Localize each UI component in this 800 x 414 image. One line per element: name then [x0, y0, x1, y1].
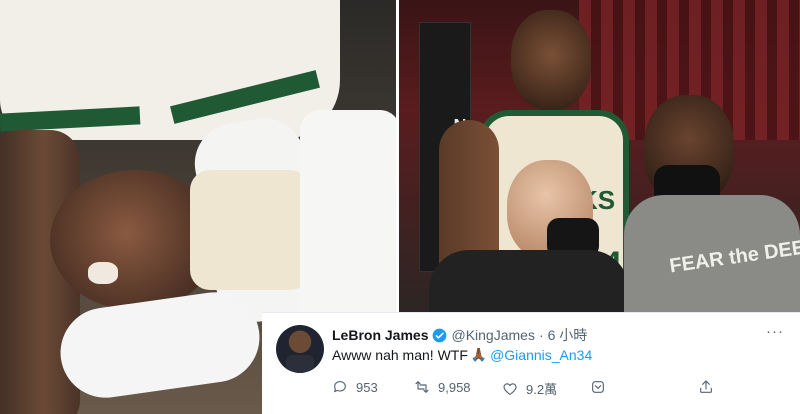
reply-count: 953	[356, 379, 378, 395]
like-count: 9.2萬	[526, 382, 558, 397]
staff-jacket	[429, 250, 629, 312]
separator-dot: ·	[538, 327, 544, 343]
author-name[interactable]: LeBron James	[332, 327, 428, 343]
praying-hands-emoji: 🙏🏾	[470, 347, 488, 362]
right-photo: NBA KS 34 FEAR the DEER	[399, 0, 800, 312]
bookmark-button[interactable]	[590, 379, 614, 395]
tweet-body: Awww nah man! WTF	[332, 347, 468, 363]
more-options-icon[interactable]: ···	[766, 323, 784, 340]
hand-wrap	[54, 286, 266, 404]
player-head	[511, 10, 591, 110]
retweet-icon	[415, 381, 429, 393]
tweet-card[interactable]: LeBron James @KingJames · 6 小時 ··· Awww …	[262, 312, 800, 414]
mention-link[interactable]: @Giannis_An34	[490, 347, 592, 363]
player-leg-right	[300, 110, 396, 340]
tweet-text: Awww nah man! WTF 🙏🏾 @Giannis_An34	[332, 347, 592, 363]
player-mouth	[88, 262, 118, 284]
tweet-time[interactable]: 6 小時	[548, 325, 588, 345]
retweet-button[interactable]: 9,958	[414, 379, 471, 395]
author-handle[interactable]: @KingJames	[451, 327, 534, 343]
reply-button[interactable]: 953	[332, 379, 378, 395]
share-icon	[700, 380, 712, 393]
like-button[interactable]: 9.2萬	[502, 379, 557, 398]
player-jersey	[190, 170, 310, 290]
verified-badge-icon	[433, 328, 447, 342]
heart-icon	[503, 382, 517, 395]
retweet-count: 9,958	[438, 379, 471, 395]
share-button[interactable]	[698, 379, 722, 395]
avatar[interactable]	[276, 325, 324, 373]
tweet-header: LeBron James @KingJames · 6 小時	[332, 325, 587, 345]
reply-icon	[334, 381, 346, 393]
bookmark-icon	[592, 381, 604, 393]
tweet-actions: 953 9,958 9.2萬	[332, 379, 772, 399]
